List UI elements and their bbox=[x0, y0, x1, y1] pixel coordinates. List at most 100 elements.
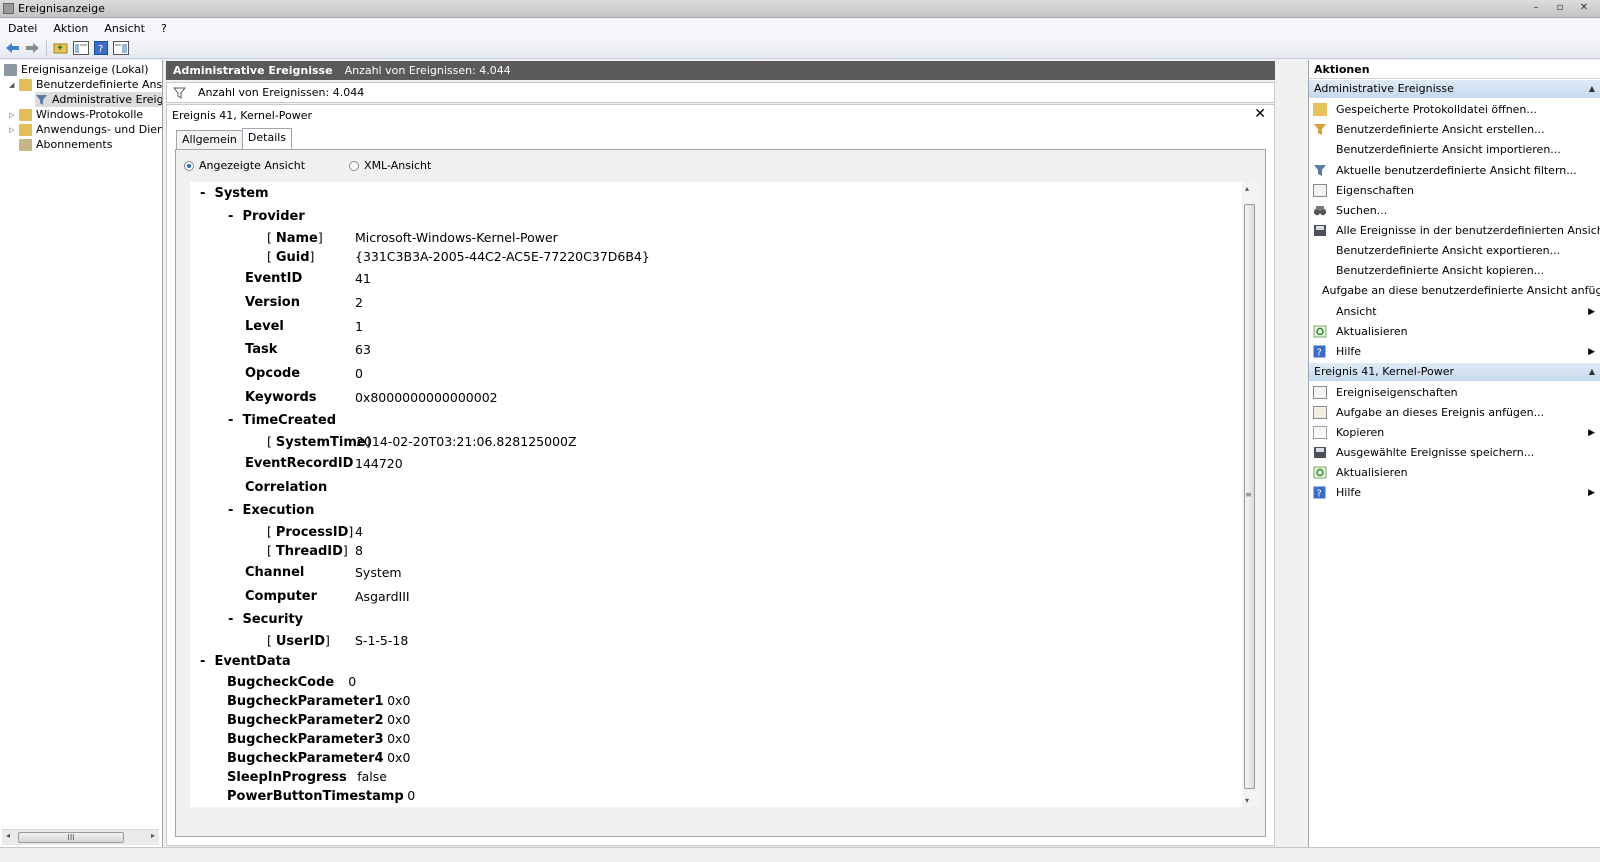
action-label: Gespeicherte Protokolldatei öffnen... bbox=[1336, 103, 1537, 116]
node-eventdata[interactable]: - EventData bbox=[200, 654, 291, 669]
attr-value: 4 bbox=[355, 524, 363, 539]
action-attach-task-view[interactable]: Aufgabe an diese benutzerdefinierte Ansi… bbox=[1309, 281, 1600, 300]
node-timecreated[interactable]: - TimeCreated bbox=[228, 413, 336, 428]
field-version-value: 2 bbox=[355, 295, 363, 310]
data-bugcheckparameter1: BugcheckParameter1 0x0 bbox=[227, 693, 410, 709]
field-task-value: 63 bbox=[355, 342, 371, 357]
expand-icon[interactable]: ▷ bbox=[9, 126, 19, 134]
action-save-all-events[interactable]: Alle Ereignisse in der benutzerdefiniert… bbox=[1309, 221, 1600, 240]
action-event-properties[interactable]: Ereigniseigenschaften bbox=[1309, 383, 1600, 402]
menu-ansicht[interactable]: Ansicht bbox=[104, 22, 145, 35]
navigation-tree: Ereignisanzeige (Lokal) ◢ Benutzerdefini… bbox=[0, 60, 163, 847]
toolbar: ? bbox=[0, 37, 1600, 59]
action-open-saved-log[interactable]: Gespeicherte Protokolldatei öffnen... bbox=[1309, 100, 1600, 119]
action-help[interactable]: ? Hilfe ▶ bbox=[1309, 342, 1600, 361]
radio-xml-view[interactable]: XML-Ansicht bbox=[349, 159, 431, 172]
properties-icon bbox=[1313, 386, 1327, 399]
tree-item-local[interactable]: Ereignisanzeige (Lokal) bbox=[4, 62, 149, 77]
scroll-up-icon[interactable]: ▴ bbox=[1245, 184, 1249, 193]
actions-pane: Aktionen Administrative Ereignisse ▲ Ges… bbox=[1308, 60, 1600, 847]
action-view-menu[interactable]: Ansicht ▶ bbox=[1309, 302, 1600, 321]
import-icon bbox=[1313, 143, 1327, 156]
expand-icon[interactable]: ▷ bbox=[9, 111, 19, 119]
tree-item-app-logs[interactable]: ▷ Anwendungs- und Dienstprotokolle bbox=[9, 122, 162, 137]
field-value: 63 bbox=[355, 342, 371, 357]
detail-vertical-scrollbar[interactable]: ▴ ≡ ▾ bbox=[1242, 182, 1258, 807]
action-save-selected[interactable]: Ausgewählte Ereignisse speichern... bbox=[1309, 443, 1600, 462]
action-properties[interactable]: Eigenschaften bbox=[1309, 181, 1600, 200]
attr-value: Microsoft-Windows-Kernel-Power bbox=[355, 230, 558, 245]
section-label: Administrative Ereignisse bbox=[1314, 82, 1454, 95]
action-export-view[interactable]: Benutzerdefinierte Ansicht exportieren..… bbox=[1309, 241, 1600, 260]
tree-item-windows-logs[interactable]: ▷ Windows-Protokolle bbox=[9, 107, 143, 122]
action-import-view[interactable]: Benutzerdefinierte Ansicht importieren..… bbox=[1309, 140, 1600, 159]
data-key: BugcheckParameter3 bbox=[227, 732, 384, 747]
actions-section-admin[interactable]: Administrative Ereignisse ▲ bbox=[1309, 80, 1600, 98]
field-key: Opcode bbox=[245, 366, 301, 381]
attr-systemtime-value: 2014-02-20T03:21:06.828125000Z bbox=[356, 434, 577, 449]
action-copy[interactable]: Kopieren ▶ bbox=[1309, 423, 1600, 442]
data-key: BugcheckParameter2 bbox=[227, 713, 384, 728]
show-tree-icon[interactable] bbox=[72, 40, 89, 56]
node-provider[interactable]: - Provider bbox=[228, 209, 305, 224]
radio-friendly-view[interactable]: Angezeigte Ansicht bbox=[184, 159, 305, 172]
folder-up-icon[interactable] bbox=[52, 40, 69, 56]
field-computer-value: AsgardIII bbox=[355, 589, 410, 604]
show-actions-icon[interactable] bbox=[112, 40, 129, 56]
close-icon[interactable]: ✕ bbox=[1254, 106, 1266, 122]
collapse-section-icon[interactable]: ▲ bbox=[1589, 363, 1595, 381]
forward-icon[interactable] bbox=[24, 40, 41, 56]
tab-allgemein[interactable]: Allgemein bbox=[176, 130, 243, 149]
action-create-view[interactable]: Benutzerdefinierte Ansicht erstellen... bbox=[1309, 120, 1600, 139]
collapse-section-icon[interactable]: ▲ bbox=[1589, 80, 1595, 98]
close-window-button[interactable]: ✕ bbox=[1574, 1, 1594, 15]
binoculars-icon bbox=[1313, 204, 1327, 217]
field-key: Version bbox=[245, 295, 300, 310]
copy-icon bbox=[1313, 426, 1327, 439]
node-execution[interactable]: - Execution bbox=[228, 503, 314, 518]
menu-aktion[interactable]: Aktion bbox=[53, 22, 88, 35]
menu-help[interactable]: ? bbox=[161, 22, 167, 35]
node-system[interactable]: - System bbox=[200, 186, 269, 201]
tree-horizontal-scrollbar[interactable]: ◂ III ▸ bbox=[2, 829, 159, 845]
filter-icon bbox=[173, 87, 186, 99]
action-label: Aktualisieren bbox=[1336, 466, 1408, 479]
back-icon[interactable] bbox=[4, 40, 21, 56]
radio-unselected-icon bbox=[349, 160, 360, 171]
scroll-right-icon[interactable]: ▸ bbox=[147, 831, 159, 840]
action-filter-view[interactable]: Aktuelle benutzerdefinierte Ansicht filt… bbox=[1309, 161, 1600, 180]
collapse-icon[interactable]: ◢ bbox=[9, 81, 19, 89]
action-search[interactable]: Suchen... bbox=[1309, 201, 1600, 220]
tree-item-admin-events[interactable]: Administrative Ereignisse bbox=[35, 92, 163, 107]
scroll-thumb[interactable]: III bbox=[18, 832, 124, 843]
action-help-event[interactable]: ? Hilfe ▶ bbox=[1309, 483, 1600, 502]
action-attach-task-event[interactable]: Aufgabe an dieses Ereignis anfügen... bbox=[1309, 403, 1600, 422]
scroll-down-icon[interactable]: ▾ bbox=[1245, 796, 1249, 805]
data-value: 0x0 bbox=[387, 731, 411, 746]
field-key: Channel bbox=[245, 565, 305, 580]
tree-item-subscriptions[interactable]: Abonnements bbox=[19, 137, 112, 152]
folder-icon bbox=[19, 108, 32, 121]
svg-text:?: ? bbox=[1317, 489, 1322, 500]
scroll-left-icon[interactable]: ◂ bbox=[2, 831, 14, 840]
view-header: Administrative Ereignisse Anzahl von Ere… bbox=[166, 61, 1275, 80]
field-key: EventRecordID bbox=[245, 456, 354, 471]
minimize-button[interactable]: – bbox=[1526, 1, 1546, 15]
menu-datei[interactable]: Datei bbox=[8, 22, 37, 35]
tree-item-custom-views[interactable]: ◢ Benutzerdefinierte Ansichten bbox=[9, 77, 162, 92]
maximize-button[interactable]: ▫ bbox=[1550, 1, 1570, 15]
field-value: 0x8000000000000002 bbox=[355, 390, 498, 405]
action-refresh-event[interactable]: Aktualisieren bbox=[1309, 463, 1600, 482]
action-label: Kopieren bbox=[1336, 426, 1385, 439]
actions-section-event[interactable]: Ereignis 41, Kernel-Power ▲ bbox=[1309, 363, 1600, 381]
field-value: 1 bbox=[355, 319, 363, 334]
action-copy-view[interactable]: Benutzerdefinierte Ansicht kopieren... bbox=[1309, 261, 1600, 280]
data-key: BugcheckParameter1 bbox=[227, 694, 384, 709]
attr-value: S-1-5-18 bbox=[355, 633, 409, 648]
tree-item-label: Administrative Ereignisse bbox=[52, 93, 163, 106]
help-icon[interactable]: ? bbox=[92, 40, 109, 56]
action-refresh[interactable]: Aktualisieren bbox=[1309, 322, 1600, 341]
node-security[interactable]: - Security bbox=[228, 612, 303, 627]
window-title: Ereignisanzeige bbox=[18, 2, 105, 15]
tab-details[interactable]: Details bbox=[241, 128, 293, 149]
